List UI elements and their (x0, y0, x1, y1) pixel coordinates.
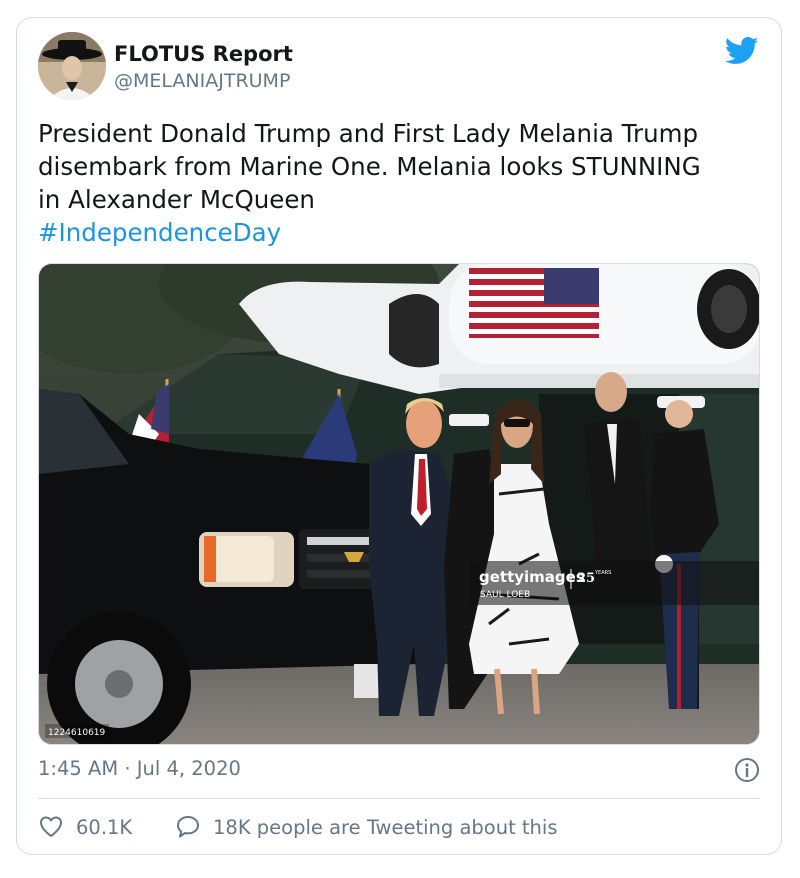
avatar[interactable] (38, 32, 106, 100)
heart-icon[interactable] (38, 814, 64, 840)
svg-text:®: ® (567, 575, 573, 582)
tweet-photo[interactable]: gettyimages ® 25 YEARS SAUL LOEB 1224610… (38, 263, 760, 745)
image-number: 1224610619 (48, 728, 106, 738)
tweet-card: FLOTUS Report @MELANIAJTRUMP President D… (16, 17, 782, 855)
watermark-credit: SAUL LOEB (480, 590, 530, 600)
watermark-badge-sub: YEARS (594, 570, 611, 576)
like-count: 60.1K (76, 815, 133, 839)
tweeting-about-action[interactable]: 18K people are Tweeting about this (175, 814, 558, 840)
info-icon[interactable] (734, 757, 760, 783)
author-name[interactable]: FLOTUS Report (114, 40, 293, 68)
divider (38, 798, 760, 799)
hashtag-link[interactable]: #IndependenceDay (38, 216, 768, 249)
twitter-bird-icon[interactable] (725, 36, 759, 66)
flag-decal (469, 268, 599, 338)
like-action[interactable]: 60.1K (38, 814, 132, 840)
tweet-text-line: disembark from Marine One. Melania looks… (38, 152, 701, 181)
tweeting-about-text: 18K people are Tweeting about this (213, 815, 558, 839)
tweet-timestamp[interactable]: 1:45 AM · Jul 4, 2020 (38, 756, 241, 782)
watermark-badge: 25 (577, 571, 595, 586)
speech-bubble-icon[interactable] (175, 814, 201, 840)
tweet-text-line: President Donald Trump and First Lady Me… (38, 119, 699, 148)
tweet-text-line: in Alexander McQueen (38, 185, 315, 214)
tweet-body: President Donald Trump and First Lady Me… (38, 117, 768, 249)
author-handle[interactable]: @MELANIAJTRUMP (114, 68, 290, 94)
